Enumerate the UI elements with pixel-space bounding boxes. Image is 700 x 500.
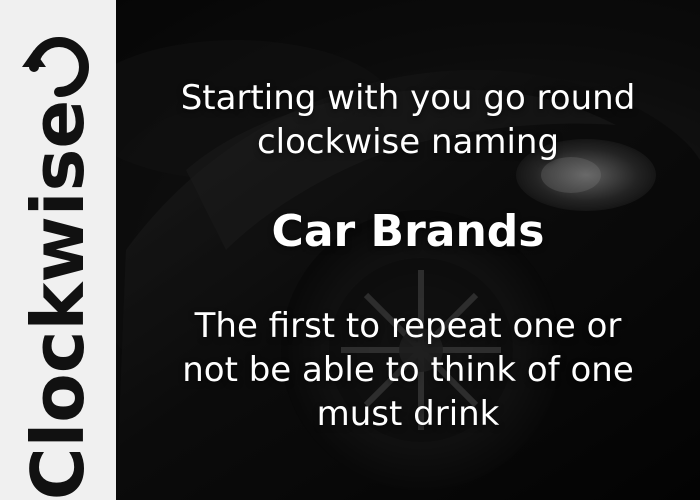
rule-line-2: not be able to think of one xyxy=(182,350,634,390)
game-title: Clockwise xyxy=(16,99,100,500)
clockwise-arrow-icon xyxy=(20,28,98,106)
game-card: Clockwise Starting with you go round clo… xyxy=(0,0,700,500)
card-text: Starting with you go round clockwise nam… xyxy=(116,0,700,500)
sidebar: Clockwise xyxy=(0,0,116,500)
intro-line-1: Starting with you go round xyxy=(180,78,636,118)
topic-title: Car Brands xyxy=(271,206,545,257)
intro-text: Starting with you go round clockwise nam… xyxy=(116,76,700,164)
rule-text: The first to repeat one or not be able t… xyxy=(116,304,700,436)
intro-line-2: clockwise naming xyxy=(256,122,560,162)
rule-line-3: must drink xyxy=(316,394,500,434)
rule-line-1: The first to repeat one or xyxy=(194,306,622,346)
